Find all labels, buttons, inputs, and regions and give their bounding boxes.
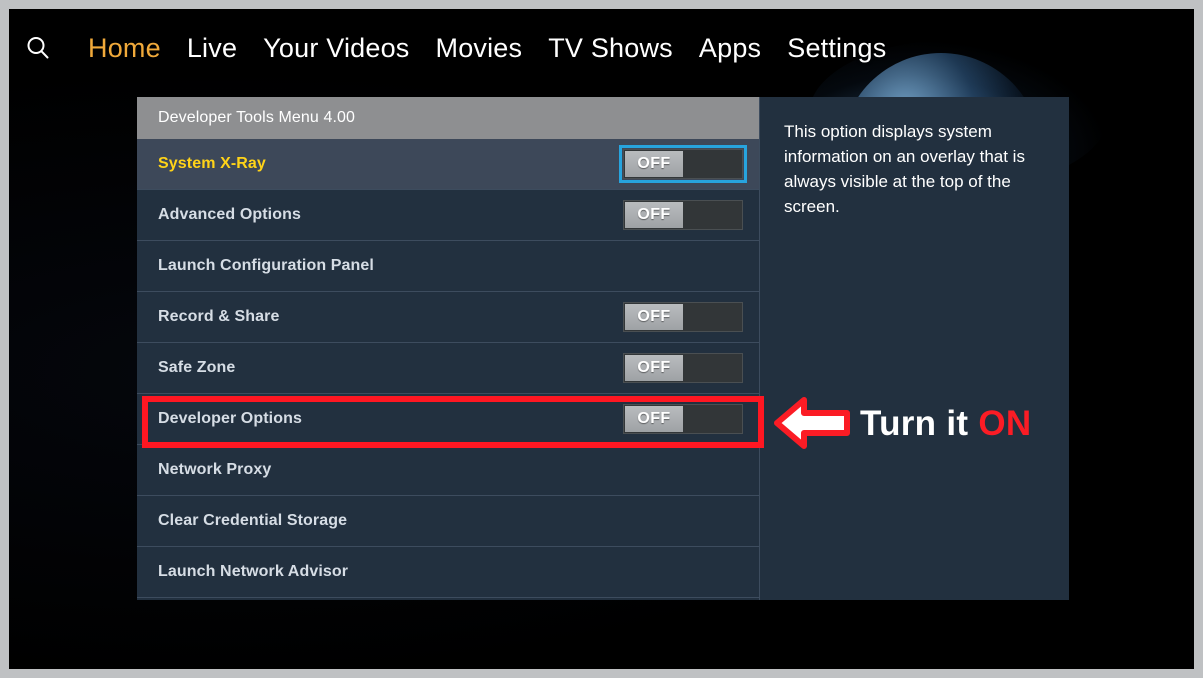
menu-row-record-share[interactable]: Record & Share OFF [137, 292, 759, 343]
toggle-switch[interactable]: OFF [623, 404, 743, 434]
toggle-switch[interactable]: OFF [623, 200, 743, 230]
nav-item-tv-shows[interactable]: TV Shows [535, 33, 686, 64]
menu-row-label: Developer Options [158, 410, 302, 427]
menu-row-label: Launch Network Advisor [158, 563, 349, 580]
menu-row-safe-zone[interactable]: Safe Zone OFF [137, 343, 759, 394]
menu-header-title: Developer Tools Menu 4.00 [137, 97, 759, 139]
menu-row-advanced-options[interactable]: Advanced Options OFF [137, 190, 759, 241]
description-panel: This option displays system information … [759, 97, 1069, 600]
tv-screen: Home Live Your Videos Movies TV Shows Apps Set… [9, 9, 1194, 669]
nav-item-live[interactable]: Live [174, 33, 250, 64]
menu-row-clear-credential-storage[interactable]: Clear Credential Storage [137, 496, 759, 547]
menu-row-launch-network-advisor[interactable]: Launch Network Advisor [137, 547, 759, 598]
description-text: This option displays system information … [784, 122, 1025, 216]
menu-rows-container: System X-Ray OFF Advanced Options OFF Launch… [137, 139, 759, 598]
toggle-state-label: OFF [625, 304, 683, 330]
menu-row-label: Network Proxy [158, 461, 272, 478]
toggle-state-label: OFF [625, 151, 683, 177]
annotation-text: Turn it ON [860, 406, 1032, 441]
toggle-switch[interactable]: OFF [623, 353, 743, 383]
toggle-state-label: OFF [625, 202, 683, 228]
nav-item-apps[interactable]: Apps [686, 33, 774, 64]
menu-row-label: Advanced Options [158, 206, 301, 223]
left-arrow-icon [774, 397, 850, 449]
nav-item-settings[interactable]: Settings [774, 33, 899, 64]
nav-item-home[interactable]: Home [75, 33, 174, 64]
menu-row-label: Launch Configuration Panel [158, 257, 374, 274]
menu-row-label: System X-Ray [158, 155, 266, 172]
menu-row-label: Clear Credential Storage [158, 512, 348, 529]
menu-row-label: Safe Zone [158, 359, 236, 376]
settings-menu-list[interactable]: Developer Tools Menu 4.00 System X-Ray OF… [137, 97, 759, 600]
search-icon[interactable] [21, 31, 55, 65]
annotation-turn-it-on: Turn it ON [774, 394, 1032, 452]
menu-row-launch-configuration-panel[interactable]: Launch Configuration Panel [137, 241, 759, 292]
developer-tools-panel: Developer Tools Menu 4.00 System X-Ray OF… [137, 97, 1069, 600]
menu-row-developer-options[interactable]: Developer Options OFF [137, 394, 759, 445]
nav-item-movies[interactable]: Movies [423, 33, 536, 64]
toggle-switch[interactable]: OFF [619, 145, 747, 183]
toggle-switch[interactable]: OFF [623, 302, 743, 332]
nav-item-your-videos[interactable]: Your Videos [250, 33, 422, 64]
annotation-text-red: ON [978, 403, 1032, 443]
menu-row-label: Record & Share [158, 308, 280, 325]
toggle-state-label: OFF [625, 406, 683, 432]
toggle-state-label: OFF [625, 355, 683, 381]
nav-items-container: Home Live Your Videos Movies TV Shows Apps Set… [75, 33, 899, 64]
menu-row-network-proxy[interactable]: Network Proxy [137, 445, 759, 496]
top-navigation-bar: Home Live Your Videos Movies TV Shows Apps Set… [9, 9, 1194, 87]
menu-row-system-x-ray[interactable]: System X-Ray OFF [137, 139, 759, 190]
annotation-text-white: Turn it [860, 403, 969, 443]
